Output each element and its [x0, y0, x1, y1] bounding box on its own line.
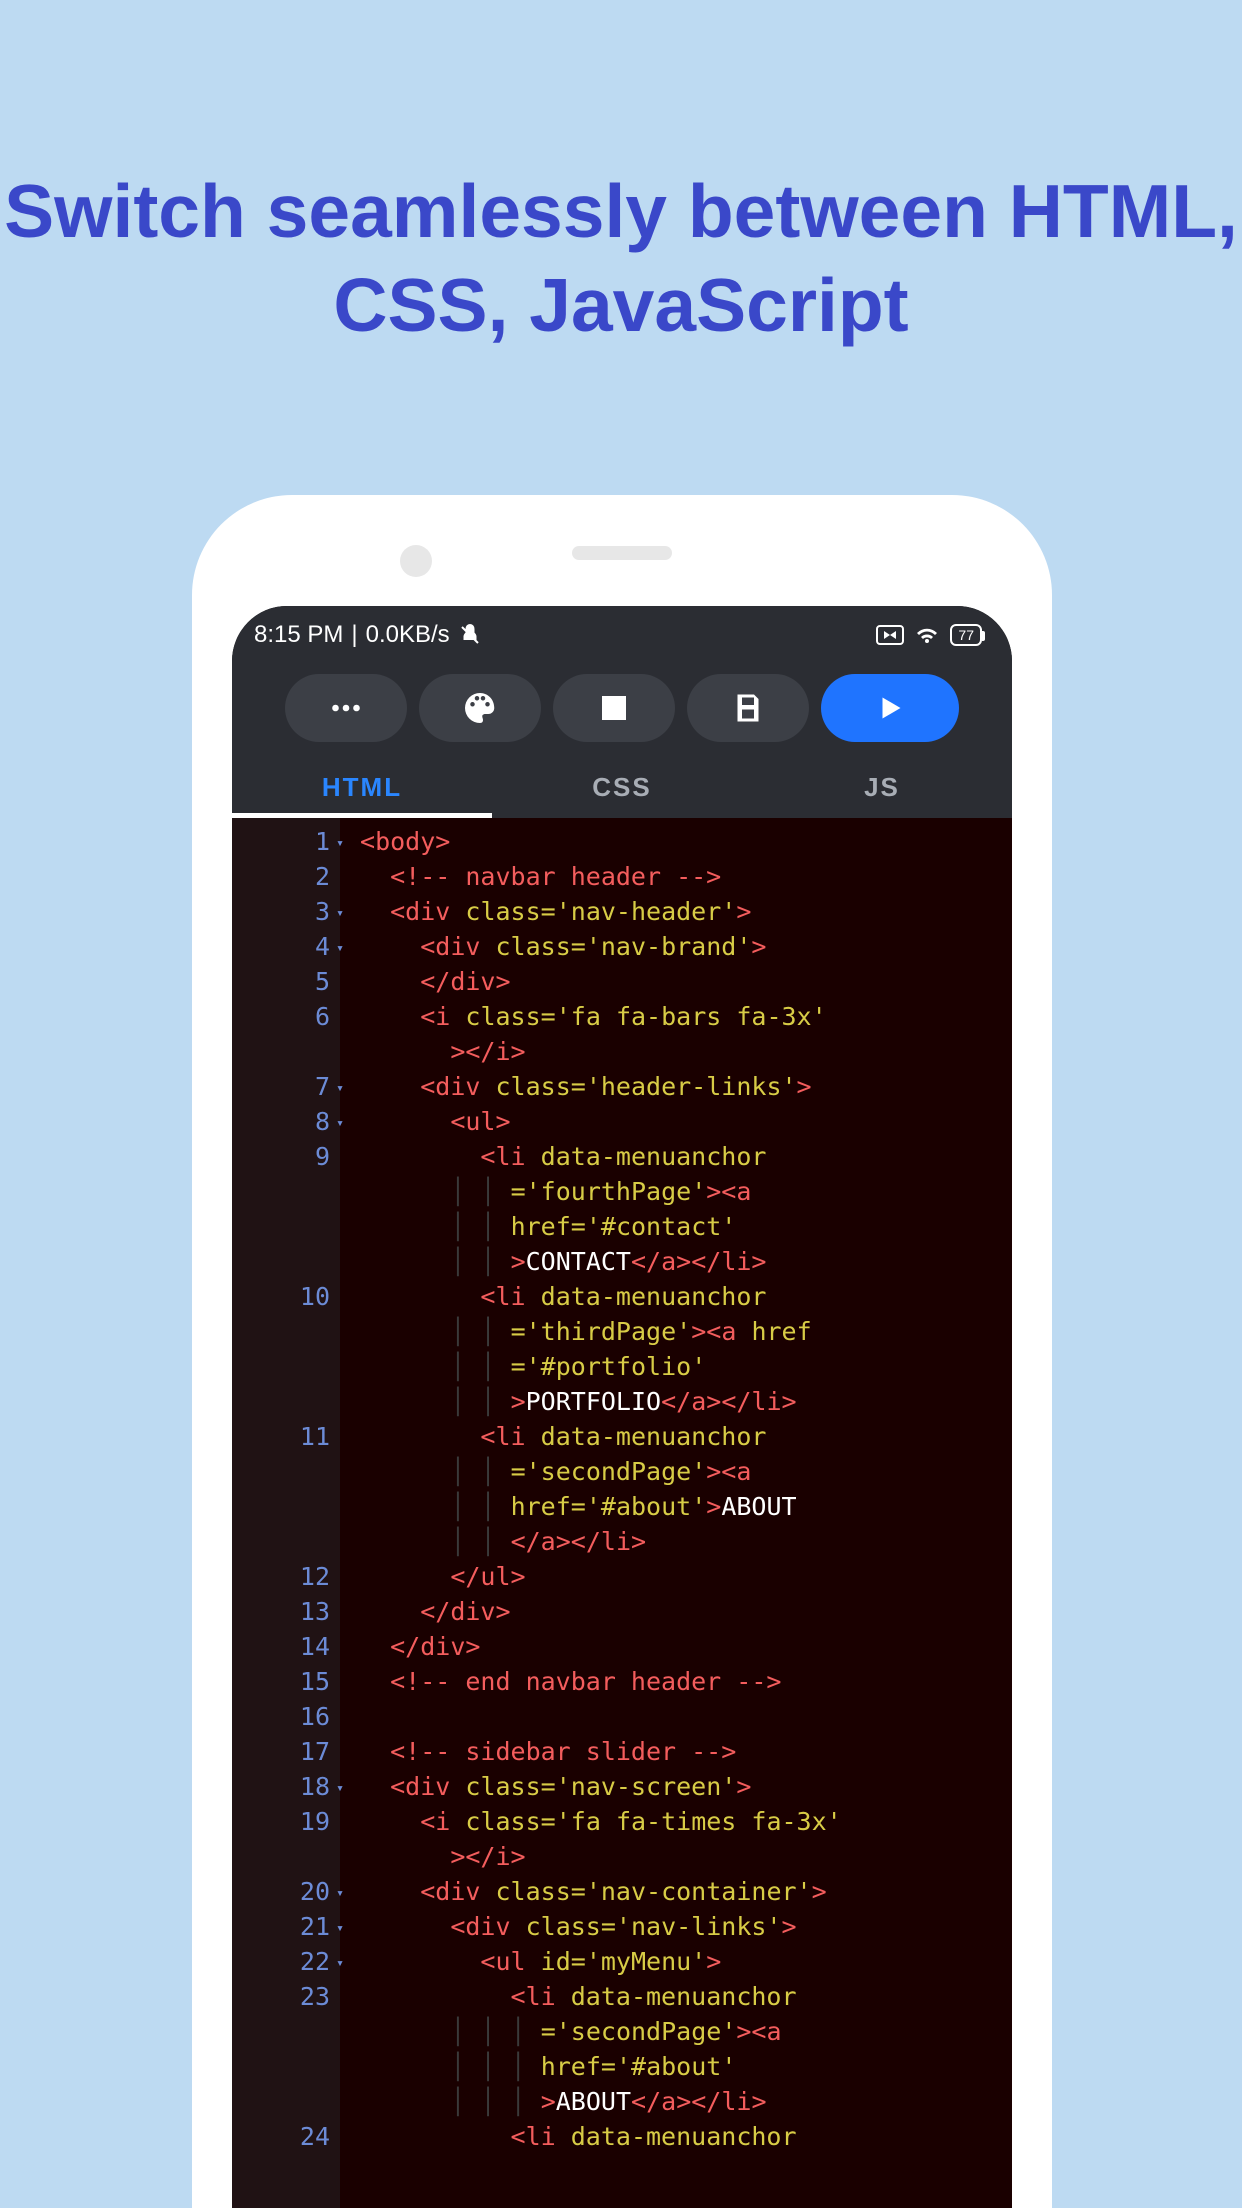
phone-camera [400, 545, 432, 577]
wifi-icon [914, 625, 940, 645]
save-button[interactable] [687, 674, 809, 742]
code-editor[interactable]: 123456789101112131415161718192021222324 … [232, 818, 1012, 2208]
tab-css[interactable]: CSS [492, 756, 752, 818]
mute-icon [458, 623, 482, 647]
tab-html[interactable]: HTML [232, 756, 492, 818]
battery-icon: 77 [950, 624, 982, 646]
image-button[interactable] [553, 674, 675, 742]
phone-screen: 8:15 PM | 0.0KB/s 77 [232, 606, 1012, 2208]
palette-button[interactable] [419, 674, 541, 742]
more-button[interactable] [285, 674, 407, 742]
phone-frame: 8:15 PM | 0.0KB/s 77 [192, 495, 1052, 2208]
marketing-headline: Switch seamlessly between HTML, CSS, Jav… [0, 0, 1242, 353]
line-gutter: 123456789101112131415161718192021222324 [232, 818, 340, 2208]
tabs: HTML CSS JS [232, 756, 1012, 818]
code-content[interactable]: <body> <!-- navbar header --> <div class… [340, 818, 846, 2208]
status-speed: 0.0KB/s [366, 621, 450, 649]
toolbar [232, 664, 1012, 756]
phone-speaker [572, 546, 672, 560]
run-button[interactable] [821, 674, 959, 742]
status-time: 8:15 PM [254, 621, 343, 649]
tab-js[interactable]: JS [752, 756, 1012, 818]
status-bar: 8:15 PM | 0.0KB/s 77 [232, 606, 1012, 664]
sim-icon [876, 625, 904, 645]
status-sep: | [351, 621, 357, 649]
